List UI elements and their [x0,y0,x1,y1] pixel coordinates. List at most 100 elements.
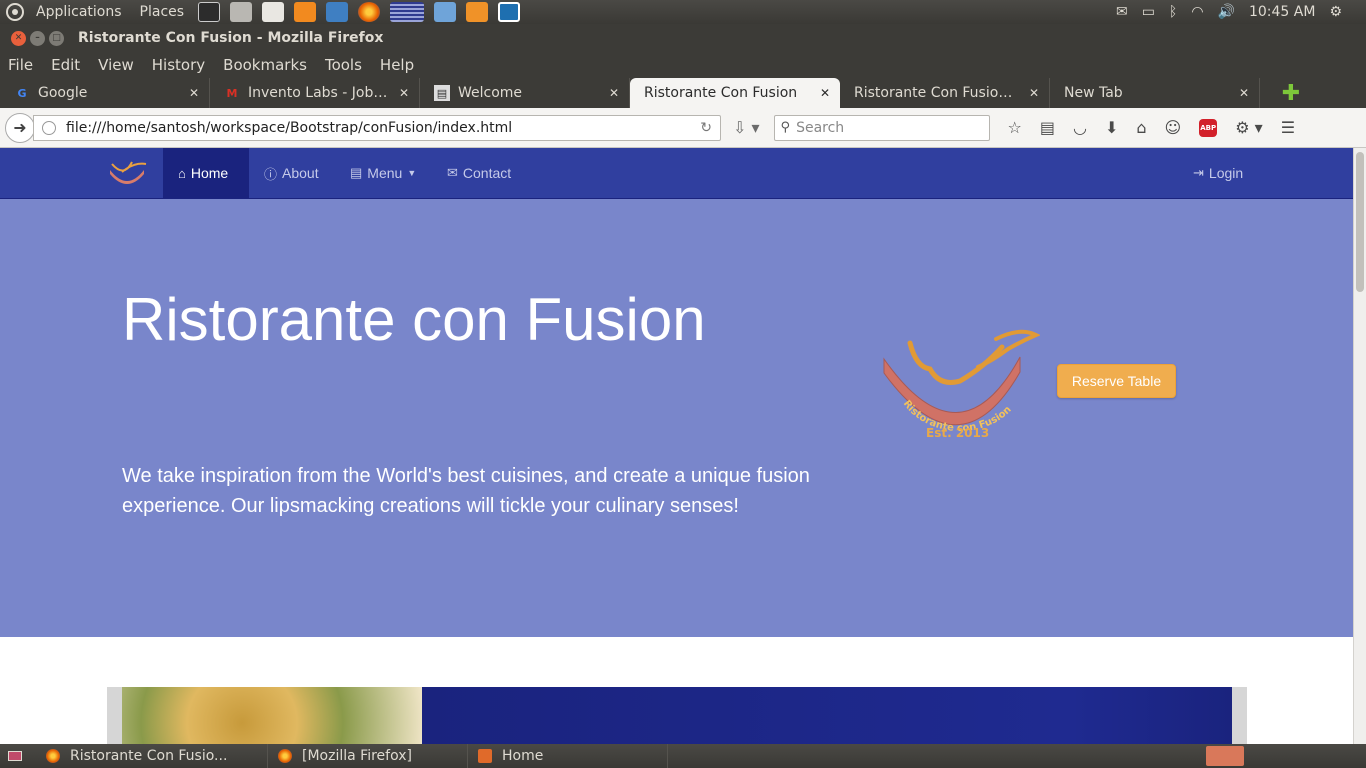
maximize-icon[interactable]: □ [49,30,64,46]
reading-list-icon[interactable]: ▤ [1040,118,1055,137]
firefox-icon [46,749,60,763]
tab-title: Welcome [458,85,523,101]
tab-google[interactable]: G Google ✕ [0,78,210,108]
tab-title: Invento Labs - Job O... [248,85,391,101]
applications-menu[interactable]: Applications [30,4,128,20]
nav-menu-label: Menu [367,165,403,181]
chat-icon[interactable]: ☺ [1165,118,1182,137]
extension-icon[interactable]: ⚙ ▾ [1235,118,1262,137]
tab-ristorante-active[interactable]: Ristorante Con Fusion ✕ [630,78,840,108]
reserve-table-button[interactable]: Reserve Table [1057,364,1176,398]
screenshot-icon[interactable] [498,2,521,22]
search-placeholder: Search [796,119,845,136]
menu-tools[interactable]: Tools [325,56,362,74]
featured-content-row [107,687,1247,744]
taskbar-item-label: Ristorante Con Fusio... [70,748,228,764]
globe-icon[interactable] [42,120,56,135]
battery-icon[interactable]: ▭ [1142,4,1155,20]
nav-about-label: About [282,165,319,181]
power-gear-icon[interactable]: ⚙ [1329,4,1342,20]
new-tab-plus-icon[interactable]: ✚ [1276,78,1306,108]
restaurant-logo: Ristorante con Fusion Est. 2013 [883,329,1040,440]
nav-contact[interactable]: ✉ Contact [432,148,526,198]
mail-icon[interactable]: ✉ [1116,4,1128,20]
jumbotron: Ristorante con Fusion We take inspiratio… [0,199,1353,637]
top-panel: Applications Places ✉ ▭ ᛒ ◠ 🔊 10:45 AM ⚙ [0,0,1366,24]
clock[interactable]: 10:45 AM [1249,4,1315,20]
page-icon: ▤ [434,85,450,101]
wifi-icon[interactable]: ◠ [1191,4,1203,20]
taskbar-item-home[interactable]: Home [468,744,668,768]
menu-help[interactable]: Help [380,56,414,74]
tab-close-icon[interactable]: ✕ [607,86,621,100]
ubuntu-logo-icon[interactable] [6,3,24,21]
tab-close-icon[interactable]: ✕ [397,86,411,100]
menu-bookmarks[interactable]: Bookmarks [223,56,307,74]
close-icon[interactable]: ✕ [11,30,26,46]
bluetooth-icon[interactable]: ᛒ [1169,4,1177,20]
adblock-icon[interactable]: ABP [1199,118,1218,137]
search-icon: ⚲ [780,120,791,135]
downloads-icon[interactable]: ⬇ [1105,118,1118,137]
minimize-icon[interactable]: – [30,30,45,46]
eclipse-icon[interactable] [466,2,489,22]
workspace-switcher-icon[interactable] [390,2,425,22]
download-dropdown-icon[interactable]: ⇩ ▾ [733,118,760,137]
list-icon: ▤ [350,165,363,180]
menu-file[interactable]: File [8,56,33,74]
home-icon[interactable]: ⌂ [1136,118,1146,137]
brand-logo[interactable] [104,158,150,190]
bookmark-star-icon[interactable]: ☆ [1008,118,1022,137]
text-editor-icon[interactable] [262,2,285,22]
calculator-icon[interactable] [230,2,253,22]
page-title: Ristorante con Fusion [122,286,706,353]
navigation-toolbar: ➜ file:///home/santosh/workspace/Bootstr… [0,108,1366,148]
url-text: file:///home/santosh/workspace/Bootstrap… [66,119,513,136]
firefox-icon [278,749,292,763]
virtualbox-icon[interactable] [434,2,457,22]
firefox-icon[interactable] [358,2,381,22]
show-desktop-icon[interactable] [8,751,22,761]
terminal-icon[interactable] [198,2,221,22]
tab-close-icon[interactable]: ✕ [187,86,201,100]
window-titlebar: ✕ – □ Ristorante Con Fusion - Mozilla Fi… [0,24,1366,52]
reload-icon[interactable]: ↻ [700,120,712,136]
tab-close-icon[interactable]: ✕ [818,86,832,100]
google-icon: G [17,86,27,100]
taskbar-item-label: [Mozilla Firefox] [302,748,412,764]
hamburger-menu-icon[interactable]: ☰ [1281,118,1295,137]
tab-ristorante-2[interactable]: Ristorante Con Fusion: ... ✕ [840,78,1050,108]
firefox-tray-icon[interactable] [1206,746,1244,766]
back-arrow-icon[interactable]: ➜ [5,112,35,143]
nav-menu-dropdown[interactable]: ▤ Menu ▼ [335,148,431,198]
tab-strip: G Google ✕ M Invento Labs - Job O... ✕ ▤… [0,78,1366,108]
menu-history[interactable]: History [152,56,205,74]
tab-close-icon[interactable]: ✕ [1027,86,1041,100]
scrollbar-thumb[interactable] [1356,152,1364,292]
tab-close-icon[interactable]: ✕ [1237,86,1251,100]
search-input[interactable]: ⚲ Search [773,114,990,141]
nav-login[interactable]: ⇥ Login [1178,148,1258,198]
pocket-icon[interactable]: ◡ [1073,118,1087,137]
nav-home-label: Home [190,165,229,181]
volume-icon[interactable]: 🔊 [1218,4,1235,20]
nav-home[interactable]: ⌂ Home [163,148,249,198]
tab-invento-labs[interactable]: M Invento Labs - Job O... ✕ [210,78,420,108]
tab-new-tab[interactable]: New Tab ✕ [1050,78,1260,108]
tab-title: Google [38,85,88,101]
taskbar-item-ristorante[interactable]: Ristorante Con Fusio... [36,744,268,768]
bottom-taskbar: Ristorante Con Fusio... [Mozilla Firefox… [0,744,1366,768]
menu-view[interactable]: View [98,56,134,74]
monitor-icon[interactable] [326,2,349,22]
nav-contact-label: Contact [462,165,512,181]
menu-edit[interactable]: Edit [51,56,80,74]
places-menu[interactable]: Places [134,4,191,20]
taskbar-item-firefox[interactable]: [Mozilla Firefox] [268,744,468,768]
envelope-icon: ✉ [447,165,458,180]
vertical-scrollbar[interactable] [1353,148,1366,744]
url-bar[interactable]: file:///home/santosh/workspace/Bootstrap… [33,114,721,141]
logo-est-text: Est. 2013 [926,426,989,440]
nav-about[interactable]: ⓘ About [249,148,334,198]
tab-welcome[interactable]: ▤ Welcome ✕ [420,78,630,108]
sublime-icon[interactable] [294,2,317,22]
